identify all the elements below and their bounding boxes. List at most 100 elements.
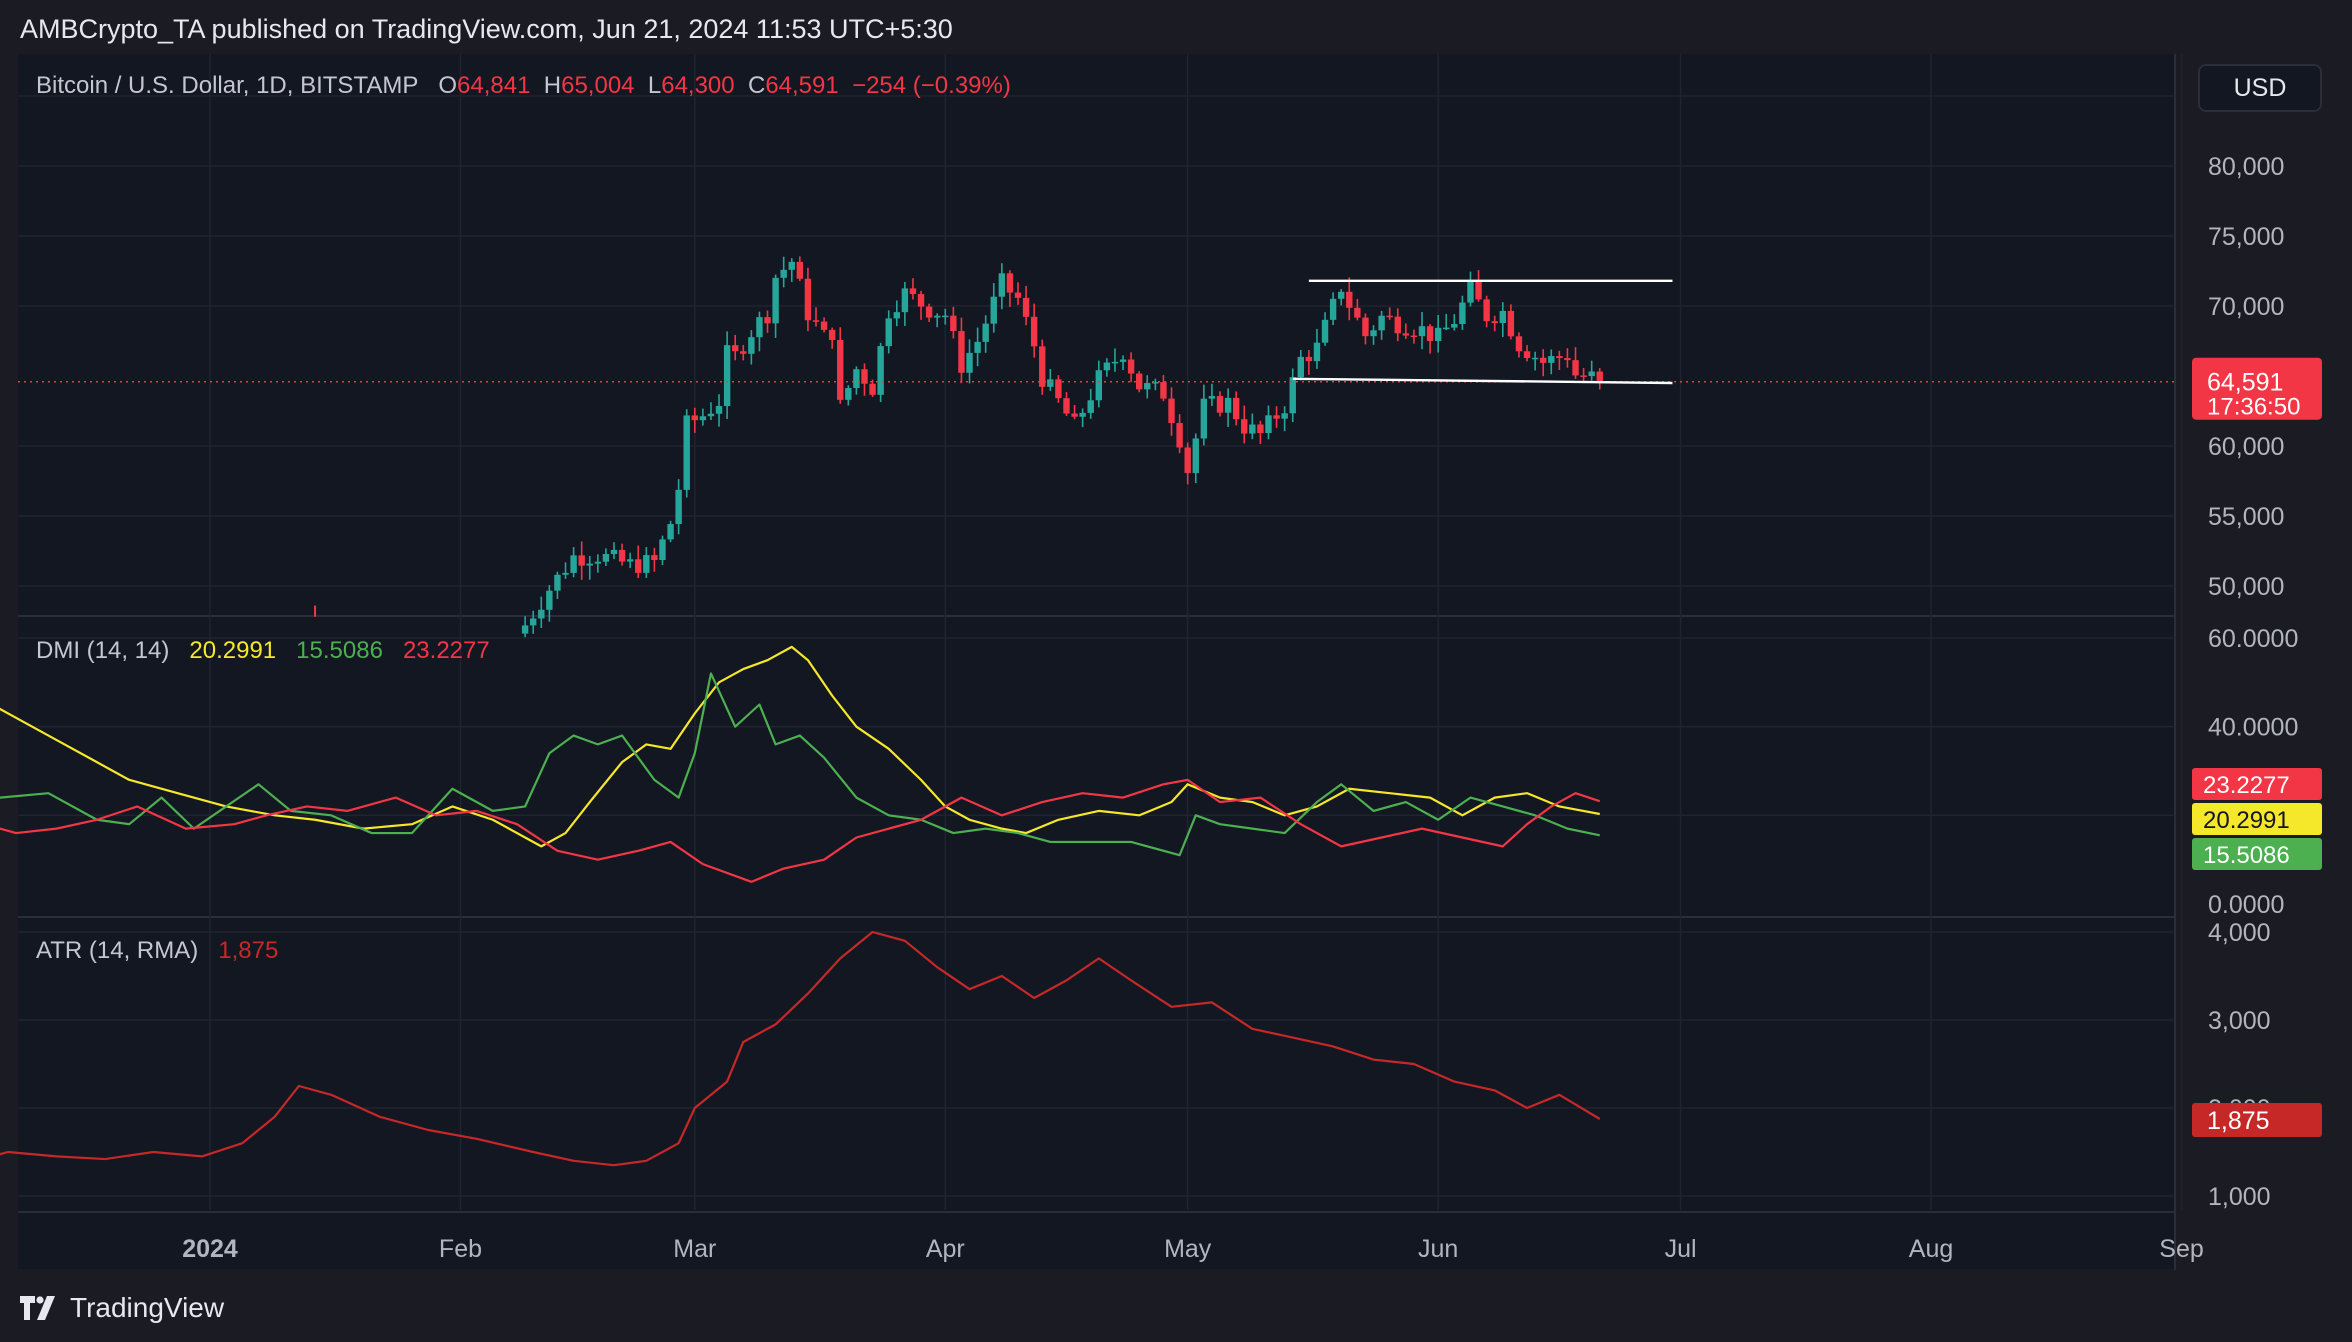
candle-body (667, 524, 674, 540)
open-value: 64,841 (457, 72, 531, 99)
candle-body (804, 278, 812, 321)
candle-body (1176, 423, 1183, 448)
candle-body (594, 561, 602, 564)
candle-body (521, 625, 529, 634)
price-plot[interactable] (18, 256, 2175, 638)
candle-body (1451, 323, 1458, 328)
candle-body (1362, 317, 1369, 337)
candle-body (990, 296, 997, 324)
dmi-adx-value: 20.2991 (189, 637, 277, 664)
candle-body (1103, 362, 1111, 371)
countdown-label: 17:36:50 (2207, 394, 2300, 421)
close-label: C (747, 72, 766, 99)
time-tick-label: Feb (439, 1235, 482, 1263)
candle-body (723, 345, 731, 407)
candle-body (1095, 370, 1102, 401)
time-tick-label: Jun (1418, 1235, 1458, 1263)
candle-body (1216, 396, 1224, 413)
price-tick-label: 70,000 (2208, 293, 2284, 321)
dmi-tick-label: 60.0000 (2208, 625, 2298, 653)
candle-body (1378, 315, 1385, 331)
candle-body (691, 415, 698, 421)
candle-body (869, 383, 876, 395)
atr-tick-label: 1,000 (2208, 1183, 2271, 1211)
dmi-legend: DMI (14, 14) 20.2991 15.5086 23.2277 (36, 637, 490, 665)
atr-line (0, 930, 1601, 1167)
footer-brand: TradingView (20, 1292, 224, 1324)
candle-body (1063, 398, 1070, 414)
candle-body (1168, 398, 1175, 424)
time-tick-label: Mar (673, 1235, 716, 1263)
candle-body (820, 321, 828, 330)
candle-body (828, 329, 836, 340)
candle-body (1467, 281, 1474, 303)
candle-body (796, 261, 804, 279)
candle-body (950, 315, 957, 332)
candle-body (651, 555, 658, 561)
dmi-minus-value: 23.2277 (402, 637, 490, 664)
currency-button[interactable]: USD (2198, 64, 2322, 112)
price-tick-label: 50,000 (2208, 573, 2284, 601)
candle-body (626, 559, 634, 562)
candle-body (610, 549, 618, 555)
candle-body (1410, 335, 1418, 338)
candle-body (1241, 419, 1248, 434)
candle-body (925, 306, 933, 318)
candle-body (885, 318, 892, 347)
time-tick-label: Sep (2159, 1235, 2203, 1263)
candle-body (998, 273, 1006, 297)
candle-body (1564, 358, 1571, 361)
candle-body (586, 563, 593, 566)
candle-body (546, 590, 553, 610)
candle-body (1257, 424, 1264, 434)
candle-body (1588, 371, 1595, 377)
candle-body (1346, 291, 1353, 308)
dmi-plot[interactable] (0, 645, 1601, 883)
dmi-tick-label: 40.0000 (2208, 714, 2298, 742)
candle-body (788, 261, 795, 270)
candle-body (1329, 298, 1337, 320)
dmi-adx-line (0, 645, 1600, 848)
candle-body (1014, 292, 1022, 298)
candle-body (1426, 326, 1434, 341)
candle-body (1491, 321, 1498, 324)
axes: 85,00080,00075,00070,00060,00055,00050,0… (182, 83, 2322, 1263)
candle-body (1087, 400, 1094, 413)
dmi-title: DMI (14, 14) (36, 637, 170, 664)
candle-body (1313, 342, 1321, 362)
candle-body (554, 574, 561, 591)
chart-svg[interactable]: 85,00080,00075,00070,00060,00055,00050,0… (0, 0, 2352, 1342)
candle-body (1402, 333, 1410, 336)
time-tick-label: Jul (1665, 1235, 1697, 1263)
dmi-di_minus-badge-label: 23.2277 (2203, 772, 2290, 799)
dmi-tick-label: 0.0000 (2208, 891, 2284, 919)
candle-body (934, 315, 941, 318)
time-tick-label: Apr (926, 1235, 965, 1263)
atr-plot[interactable] (0, 930, 1601, 1170)
candle-body (618, 549, 626, 562)
candle-body (772, 277, 779, 324)
candle-body (1418, 326, 1426, 337)
candle-body (1305, 356, 1313, 362)
candle-body (1370, 330, 1377, 337)
candle-body (1071, 413, 1078, 417)
candle-body (1507, 310, 1515, 337)
candle-body (1394, 316, 1401, 334)
candle-body (982, 323, 989, 342)
time-tick-label: May (1164, 1235, 1212, 1263)
candle-body (909, 288, 917, 294)
open-label: O (438, 72, 458, 99)
brand-name: TradingView (70, 1292, 225, 1323)
atr-tick-label: 3,000 (2208, 1007, 2271, 1035)
candle-body (1499, 310, 1506, 324)
candle-body (966, 352, 973, 373)
candle-body (1006, 273, 1014, 293)
candle-body (602, 554, 610, 562)
price-legend: Bitcoin / U.S. Dollar, 1D, BITSTAMP O64,… (36, 72, 1011, 100)
candle-body (1540, 357, 1547, 363)
candle-body (659, 539, 666, 561)
atr-title: ATR (14, RMA) (36, 937, 199, 964)
tradingview-logo-icon (20, 1296, 55, 1320)
candle-body (1338, 291, 1345, 299)
candle-body (1192, 438, 1199, 474)
